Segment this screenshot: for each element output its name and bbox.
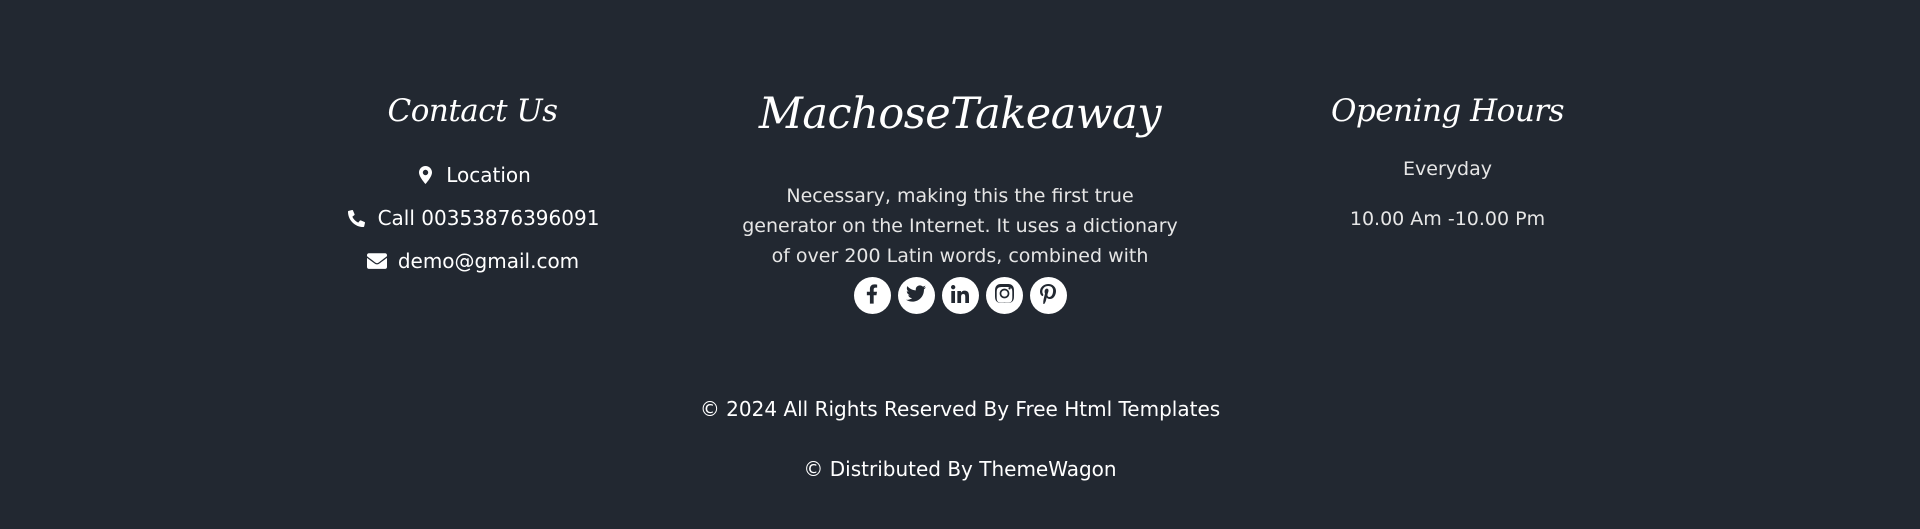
facebook-icon xyxy=(866,283,878,308)
call-label: Call 00353876396091 xyxy=(377,206,600,230)
brand-logo-link[interactable]: MachoseTakeaway xyxy=(733,85,1187,143)
copyright-text: © 2024 All Rights Reserved By xyxy=(699,397,1016,421)
instagram-icon xyxy=(994,283,1014,307)
social-links xyxy=(733,277,1187,314)
hours-heading: Opening Hours xyxy=(1330,93,1565,129)
twitter-icon xyxy=(906,285,926,306)
twitter-link[interactable] xyxy=(897,277,935,314)
email-link[interactable]: demo@gmail.com xyxy=(330,249,615,273)
themewagon-link[interactable]: ThemeWagon xyxy=(979,457,1116,481)
linkedin-link[interactable] xyxy=(941,277,979,314)
location-label: Location xyxy=(446,163,531,187)
hours-days: Everyday xyxy=(1403,158,1492,180)
contact-heading: Contact Us xyxy=(387,93,559,129)
phone-icon xyxy=(346,207,368,229)
linkedin-icon xyxy=(951,284,969,307)
map-marker-icon xyxy=(414,164,436,186)
pinterest-icon xyxy=(1039,283,1057,308)
distributed-text: © Distributed By xyxy=(803,457,980,481)
email-label: demo@gmail.com xyxy=(397,249,580,273)
free-html-templates-link[interactable]: Free Html Templates xyxy=(1015,397,1220,421)
facebook-link[interactable] xyxy=(853,277,891,314)
hours-time: 10.00 Am -10.00 Pm xyxy=(1349,208,1546,230)
envelope-icon xyxy=(366,250,388,272)
brand-description: Necessary, making this the first true ge… xyxy=(742,185,1178,267)
footer: Contact Us Location Call 00353876396091 … xyxy=(0,0,1920,529)
distributed-line: © Distributed By ThemeWagon xyxy=(0,457,1920,481)
call-link[interactable]: Call 00353876396091 xyxy=(330,206,615,230)
pinterest-link[interactable] xyxy=(1029,277,1067,314)
copyright-line: © 2024 All Rights Reserved By Free Html … xyxy=(0,397,1920,421)
instagram-link[interactable] xyxy=(985,277,1023,314)
location-link[interactable]: Location xyxy=(330,163,615,187)
